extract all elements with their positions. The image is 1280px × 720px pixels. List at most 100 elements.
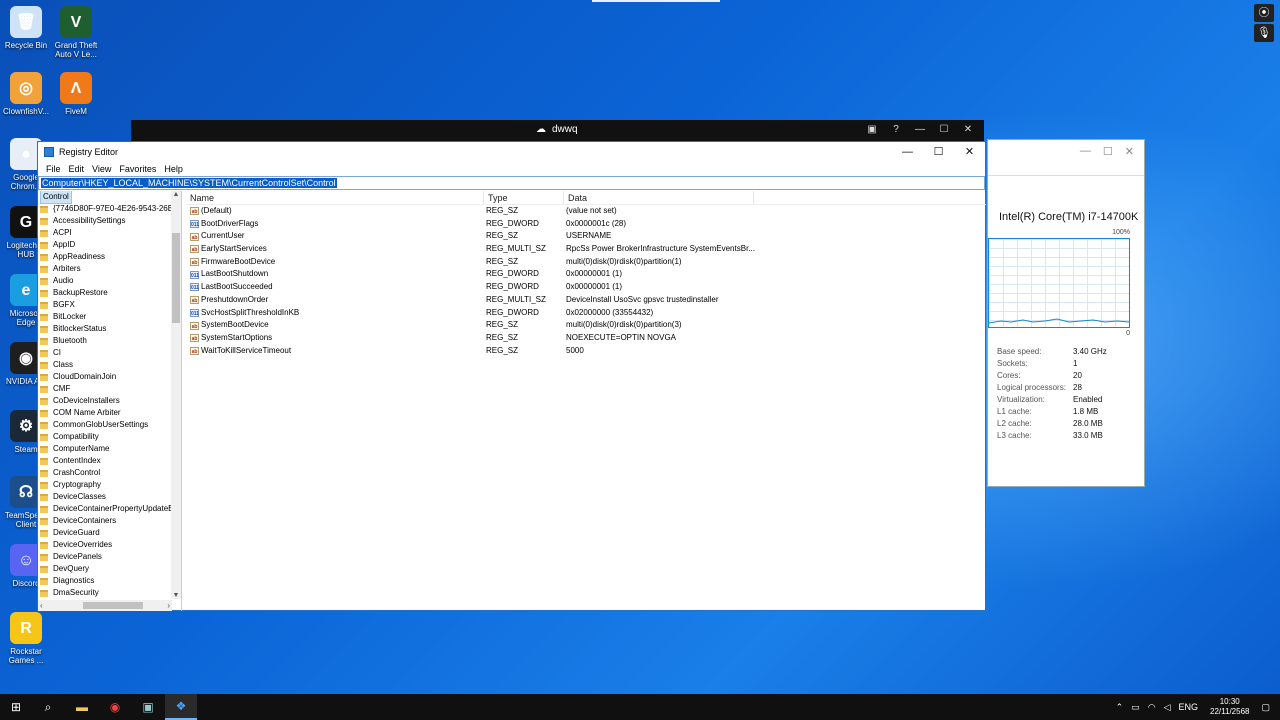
regedit-taskbar-icon[interactable]: ❖ <box>165 694 197 720</box>
tree-node[interactable]: Arbiters <box>38 263 181 275</box>
tree-node[interactable]: Compatibility <box>38 431 181 443</box>
desktop-icon[interactable]: R Rockstar Games ... <box>0 612 52 665</box>
tree-node[interactable]: DeviceGuard <box>38 527 181 539</box>
tree-node[interactable]: ACPI <box>38 227 181 239</box>
start-button[interactable]: ⊞ <box>0 694 32 720</box>
column-name-header[interactable]: Name <box>186 191 484 204</box>
tree-node-label: Arbiters <box>53 264 81 273</box>
value-name-cell: 011 LastBootShutdown <box>186 268 484 281</box>
menu-file[interactable]: File <box>42 162 65 176</box>
value-row[interactable]: ab EarlyStartServices REG_MULTI_SZ RpcSs Po… <box>186 243 986 256</box>
tree-hscroll-thumb[interactable] <box>83 602 143 609</box>
tree-node[interactable]: CloudDomainJoin <box>38 371 181 383</box>
value-row[interactable]: ab CurrentUser REG_SZ USERNAME <box>186 230 986 243</box>
desktop-icon[interactable]: ◎ ClownfishV... <box>0 72 52 116</box>
clock[interactable]: 10:30 22/11/2568 <box>1202 697 1257 717</box>
tree-node[interactable]: DeviceClasses <box>38 491 181 503</box>
tree-node[interactable]: AccessibilitySettings <box>38 215 181 227</box>
help-icon[interactable]: ? <box>884 122 908 138</box>
tree-node[interactable]: CMF <box>38 383 181 395</box>
value-row[interactable]: 011 LastBootSucceeded REG_DWORD 0x00000001 … <box>186 281 986 294</box>
maximize-button[interactable]: ☐ <box>923 142 954 162</box>
menu-edit[interactable]: Edit <box>65 162 89 176</box>
network-icon[interactable]: ▭ <box>1127 702 1144 713</box>
tree-node[interactable]: BitlockerStatus <box>38 323 181 335</box>
tree-node-selected[interactable]: Control <box>38 191 181 204</box>
registry-editor-titlebar: Registry Editor <box>38 142 985 162</box>
chevron-up-icon[interactable]: ⌃ <box>1112 702 1128 713</box>
wifi-icon[interactable]: ◠ <box>1144 702 1160 713</box>
value-data: 0x00000001 (1) <box>566 269 623 279</box>
value-row[interactable]: 011 SvcHostSplitThresholdInKB REG_DWORD 0x0… <box>186 307 986 320</box>
tree-node[interactable]: DevicePanels <box>38 551 181 563</box>
tree-node[interactable]: CommonGlobUserSettings <box>38 419 181 431</box>
tree-horizontal-scrollbar[interactable]: ‹ › <box>38 600 172 611</box>
value-row[interactable]: ab FirmwareBootDevice REG_SZ multi(0)disk(0… <box>186 256 986 269</box>
address-bar[interactable]: Computer\HKEY_LOCAL_MACHINE\SYSTEM\Curre… <box>38 176 985 190</box>
session-maximize-button[interactable]: ☐ <box>932 122 956 138</box>
tree-node[interactable]: ComputerName <box>38 443 181 455</box>
tree-node[interactable]: BGFX <box>38 299 181 311</box>
menu-help[interactable]: Help <box>160 162 187 176</box>
tree-node[interactable]: DevQuery <box>38 563 181 575</box>
tree-node[interactable]: DeviceContainers <box>38 515 181 527</box>
record-toggle-icon[interactable]: ⦿ <box>1254 4 1274 22</box>
session-minimize-button[interactable]: — <box>908 122 932 138</box>
close-icon[interactable]: ✕ <box>1125 145 1134 158</box>
tree-node[interactable]: Class <box>38 359 181 371</box>
search-icon[interactable]: ⌕ <box>32 694 64 720</box>
tree-node[interactable]: BackupRestore <box>38 287 181 299</box>
screen-share-icon[interactable]: ▣ <box>860 122 884 138</box>
tree-node[interactable]: CI <box>38 347 181 359</box>
language-indicator[interactable]: ENG <box>1175 702 1203 712</box>
tree-node[interactable]: COM Name Arbiter <box>38 407 181 419</box>
tree-node[interactable]: AppReadiness <box>38 251 181 263</box>
tree-node[interactable]: DmaSecurity <box>38 587 181 599</box>
tree-node[interactable]: CoDeviceInstallers <box>38 395 181 407</box>
value-row[interactable]: 011 BootDriverFlags REG_DWORD 0x0000001c (2… <box>186 218 986 231</box>
value-row[interactable]: ab (Default) REG_SZ (value not set) <box>186 205 986 218</box>
tree-scroll-thumb[interactable] <box>172 233 180 323</box>
scroll-down-icon[interactable]: ▼ <box>171 592 181 599</box>
session-close-button[interactable]: ✕ <box>956 122 980 138</box>
cpu-stat-key: Virtualization: <box>997 395 1045 404</box>
microphone-icon[interactable]: 🎙 <box>1254 24 1274 42</box>
tree-node[interactable]: DeviceContainerPropertyUpdateE <box>38 503 181 515</box>
maximize-icon[interactable]: ☐ <box>1103 145 1113 158</box>
column-data-header[interactable]: Data <box>564 191 754 204</box>
desktop-icon[interactable]: 🗑 Recycle Bin <box>0 6 52 50</box>
tree-vertical-scrollbar[interactable]: ▲ ▼ <box>171 191 181 599</box>
tree-node[interactable]: DeviceOverrides <box>38 539 181 551</box>
tree-node[interactable]: Diagnostics <box>38 575 181 587</box>
column-type-header[interactable]: Type <box>484 191 564 204</box>
tree-node[interactable]: Audio <box>38 275 181 287</box>
scroll-left-icon[interactable]: ‹ <box>40 600 43 611</box>
scroll-up-icon[interactable]: ▲ <box>171 191 181 198</box>
remote-app-taskbar-icon[interactable]: ▣ <box>132 694 164 720</box>
desktop-icon[interactable]: Λ FiveM <box>50 72 102 116</box>
tree-node[interactable]: Cryptography <box>38 479 181 491</box>
tree-node[interactable]: Bluetooth <box>38 335 181 347</box>
minimize-button[interactable]: — <box>892 142 923 162</box>
menu-favorites[interactable]: Favorites <box>115 162 160 176</box>
chrome-taskbar-icon[interactable]: ◉ <box>99 694 131 720</box>
tree-node[interactable]: CrashControl <box>38 467 181 479</box>
tree-node[interactable]: AppID <box>38 239 181 251</box>
value-row[interactable]: ab WaitToKillServiceTimeout REG_SZ 5000 <box>186 345 986 358</box>
tree-node[interactable]: {7746D80F-97E0-4E26-9543-26B41 <box>38 203 181 215</box>
volume-icon[interactable]: ◁ <box>1160 702 1175 713</box>
minimize-icon[interactable]: — <box>1080 145 1091 157</box>
notifications-icon[interactable]: ▢ <box>1257 702 1280 713</box>
value-row[interactable]: ab SystemStartOptions REG_SZ NOEXECUTE=OPT… <box>186 332 986 345</box>
value-row[interactable]: ab PreshutdownOrder REG_MULTI_SZ DeviceInst… <box>186 294 986 307</box>
close-button[interactable]: ✕ <box>954 142 985 162</box>
file-explorer-icon[interactable]: ▬ <box>66 694 98 720</box>
desktop-icon[interactable]: V Grand Theft Auto V Le... <box>50 6 102 59</box>
tree-node[interactable]: ContentIndex <box>38 455 181 467</box>
menu-view[interactable]: View <box>88 162 115 176</box>
address-path[interactable]: Computer\HKEY_LOCAL_MACHINE\SYSTEM\Curre… <box>41 178 337 188</box>
scroll-right-icon[interactable]: › <box>167 600 170 611</box>
value-row[interactable]: ab SystemBootDevice REG_SZ multi(0)disk(0)r… <box>186 319 986 332</box>
value-row[interactable]: 011 LastBootShutdown REG_DWORD 0x00000001 (… <box>186 268 986 281</box>
tree-node[interactable]: BitLocker <box>38 311 181 323</box>
